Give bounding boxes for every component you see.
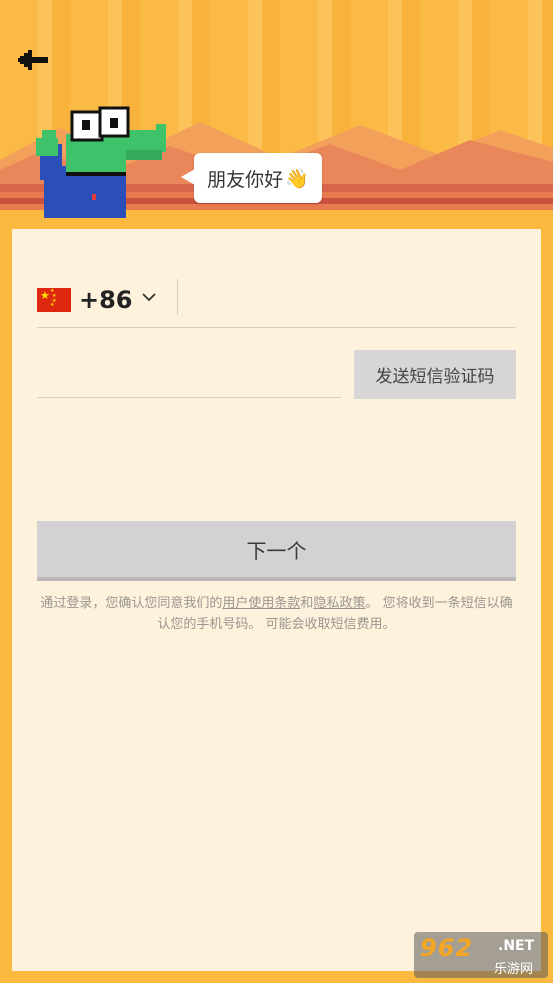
verification-code-input[interactable] — [37, 351, 345, 397]
next-button[interactable]: 下一个 — [37, 521, 516, 577]
terms-prefix: 通过登录，您确认您同意我们的 — [40, 596, 223, 611]
watermark-logo: 962 .NET 乐游网 — [414, 932, 548, 978]
china-flag-icon[interactable]: ★ ★ ★ ★ ★ — [37, 288, 71, 312]
chevron-down-icon[interactable] — [141, 291, 157, 303]
header-illustration: 朋友你好 👋 — [0, 0, 553, 218]
waving-hand-icon: 👋 — [285, 167, 309, 190]
arrow-left-icon — [18, 50, 48, 70]
divider — [177, 279, 178, 315]
login-panel: ★ ★ ★ ★ ★ +86 发送短信验证码 下一个 通过登录，您确认您同意我们的… — [12, 229, 541, 971]
send-sms-code-button[interactable]: 发送短信验证码 — [354, 350, 516, 399]
phone-number-input[interactable] — [187, 279, 511, 321]
greeting-bubble: 朋友你好 👋 — [181, 153, 322, 203]
terms-and: 和 — [300, 596, 314, 611]
watermark-domain: .NET — [498, 938, 535, 954]
verification-code-field — [37, 351, 345, 398]
crocodile-mascot-icon — [36, 106, 166, 218]
terms-of-use-link[interactable]: 用户使用条款 — [222, 596, 300, 611]
country-code[interactable]: +86 — [79, 286, 133, 314]
watermark-number: 962 — [420, 934, 474, 962]
privacy-policy-link[interactable]: 隐私政策 — [313, 596, 365, 611]
greeting-text: 朋友你好 — [207, 168, 284, 191]
terms-notice: 通过登录，您确认您同意我们的用户使用条款和隐私政策。 您将收到一条短信以确认您的… — [34, 593, 519, 635]
phone-number-row: ★ ★ ★ ★ ★ +86 — [37, 279, 516, 328]
watermark-site-name: 乐游网 — [494, 962, 534, 977]
back-button[interactable] — [14, 42, 54, 78]
